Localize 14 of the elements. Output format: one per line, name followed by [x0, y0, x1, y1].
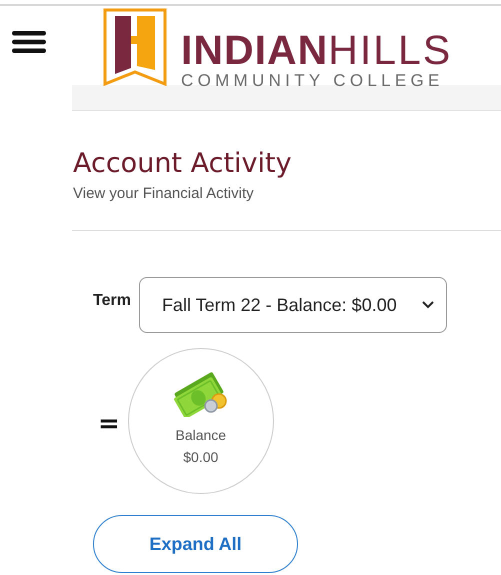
equals-sign: = — [98, 409, 120, 439]
logo-wordmark: HILLS — [328, 30, 452, 71]
logo-subtitle: COMMUNITY COLLEGE — [181, 72, 445, 89]
expand-all-button[interactable]: Expand All — [93, 515, 298, 573]
term-label: Term — [93, 292, 131, 310]
page-title: Account Activity — [73, 147, 293, 181]
logo-icon — [103, 8, 167, 86]
balance-label: Balance — [176, 427, 226, 443]
term-dropdown[interactable]: Fall Term 22 - Balance: $0.00 — [138, 277, 447, 333]
balance-amount: $0.00 — [183, 449, 218, 465]
logo-wordmark: INDIAN — [181, 30, 328, 71]
page-subtitle: View your Financial Activity — [73, 185, 255, 202]
chevron-icon — [422, 301, 434, 309]
menu-icon[interactable] — [12, 30, 46, 54]
